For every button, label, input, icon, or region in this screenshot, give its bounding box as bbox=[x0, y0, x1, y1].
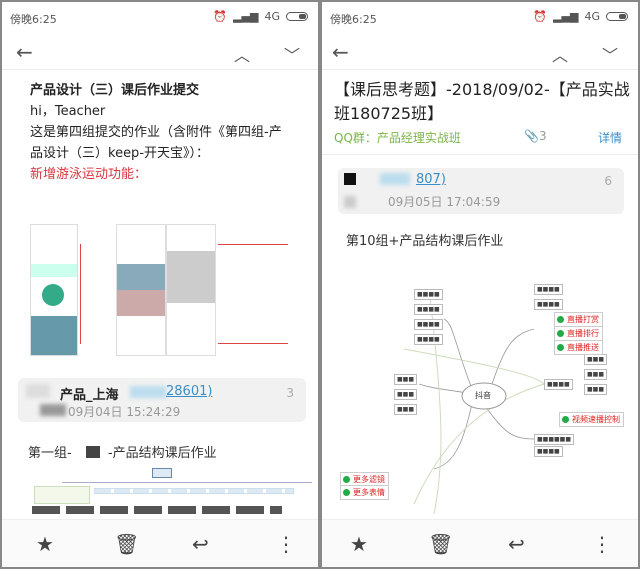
battery-icon bbox=[286, 12, 308, 21]
email-subject: 【课后思考题】-2018/09/02-【产品实战班180725班】 bbox=[334, 80, 630, 123]
body-text: 第一组- bbox=[28, 446, 72, 461]
status-bar: 傍晚6:25 ⏰ ▂▄▆ 4G bbox=[2, 2, 318, 34]
alarm-icon: ⏰ bbox=[213, 10, 228, 23]
attachment-count[interactable]: 📎3 bbox=[524, 129, 547, 143]
mindmap-added-node: 更多表情 bbox=[340, 485, 389, 500]
back-arrow-icon[interactable]: ← bbox=[16, 40, 33, 64]
sender-id[interactable]: 28601) bbox=[166, 384, 212, 399]
network-label: 4G bbox=[264, 10, 280, 23]
toolbar: ← ︿ ﹀ bbox=[2, 34, 318, 70]
trash-icon[interactable]: 🗑 bbox=[114, 532, 139, 556]
left-email-screen: 傍晚6:25 ⏰ ▂▄▆ 4G ← ︿ ﹀ 产品设计（三）课后作业提交 hi，Tea… bbox=[2, 2, 318, 567]
alarm-icon: ⏰ bbox=[533, 10, 548, 23]
avatar bbox=[344, 173, 356, 185]
more-options-icon[interactable]: ⋮ bbox=[276, 532, 296, 556]
mindmap-added-node: 直播排行 bbox=[554, 326, 603, 341]
redacted-block bbox=[85, 446, 100, 458]
status-bar: 傍晚6:25 ⏰ ▂▄▆ 4G bbox=[322, 2, 638, 34]
body-text: -产品结构课后作业 bbox=[107, 446, 217, 461]
battery-icon bbox=[606, 12, 628, 21]
mindmap-image[interactable]: 抖音 ■■■■ ■■■■ ■■■■ ■■■■ ■■■ ■■■ ■■■ ■■■■ ■■■■ ■■… bbox=[334, 264, 634, 514]
paperclip-icon: 📎 bbox=[524, 129, 539, 143]
next-email-button[interactable]: ﹀ bbox=[602, 42, 618, 66]
highlight-text: 新增游泳运动功能： bbox=[30, 167, 148, 182]
previous-email-button[interactable]: ︿ bbox=[552, 42, 568, 66]
sender-name: 产品_上海 bbox=[60, 388, 119, 403]
sender-card[interactable]: 产品_上海 28601) 09月04日 15:24:29 3 bbox=[18, 378, 306, 422]
sender-card[interactable]: 807) 09月05日 17:04:59 6 bbox=[338, 168, 624, 214]
mindmap-added-node: 视频速播控制 bbox=[559, 412, 624, 427]
mindmap-center: 抖音 bbox=[475, 391, 491, 400]
recipient-count: 3 bbox=[286, 386, 294, 400]
bottom-action-bar: ★ 🗑 ↩ ⋮ bbox=[322, 519, 638, 567]
attached-image-mockups[interactable] bbox=[30, 224, 300, 359]
greeting: hi，Teacher bbox=[30, 104, 106, 119]
back-arrow-icon[interactable]: ← bbox=[332, 40, 349, 64]
sender-date: 09月05日 17:04:59 bbox=[388, 195, 501, 209]
recipient-count: 6 bbox=[604, 174, 612, 188]
network-label: 4G bbox=[584, 10, 600, 23]
next-email-button[interactable]: ﹀ bbox=[284, 42, 300, 66]
mindmap-added-node: 直播打赏 bbox=[554, 312, 603, 327]
trash-icon[interactable]: 🗑 bbox=[428, 532, 453, 556]
org-chart-image[interactable] bbox=[32, 468, 312, 520]
signal-icon: ▂▄▆ bbox=[233, 10, 259, 23]
body-text: 第10组+产品结构课后作业 bbox=[346, 234, 504, 249]
status-time: 傍晚6:25 bbox=[10, 13, 57, 26]
email-subject: 产品设计（三）课后作业提交 bbox=[30, 83, 200, 98]
reply-icon[interactable]: ↩ bbox=[192, 532, 209, 556]
toolbar: ← ︿ ﹀ bbox=[322, 34, 638, 70]
sender-date: 09月04日 15:24:29 bbox=[68, 405, 181, 419]
details-link[interactable]: 详情 bbox=[598, 129, 622, 146]
signal-icon: ▂▄▆ bbox=[553, 10, 579, 23]
previous-email-button[interactable]: ︿ bbox=[234, 42, 250, 66]
star-icon[interactable]: ★ bbox=[36, 532, 54, 556]
group-label: QQ群：产品经理实战班 bbox=[334, 131, 461, 145]
attachment-number: 3 bbox=[538, 129, 547, 143]
more-options-icon[interactable]: ⋮ bbox=[592, 532, 612, 556]
reply-icon[interactable]: ↩ bbox=[508, 532, 525, 556]
sender-id[interactable]: 807) bbox=[416, 172, 446, 187]
body-line: 品设计（三）keep-开天宝》）： bbox=[30, 146, 210, 161]
star-icon[interactable]: ★ bbox=[350, 532, 368, 556]
status-time: 傍晚6:25 bbox=[330, 13, 377, 26]
right-email-screen: 傍晚6:25 ⏰ ▂▄▆ 4G ← ︿ ﹀ 【课后思考题】-2018/09/02-【… bbox=[322, 2, 638, 567]
body-line: 这是第四组提交的作业（含附件《第四组-产 bbox=[30, 125, 282, 140]
mindmap-added-node: 直播推送 bbox=[554, 340, 603, 355]
bottom-action-bar: ★ 🗑 ↩ ⋮ bbox=[2, 519, 318, 567]
